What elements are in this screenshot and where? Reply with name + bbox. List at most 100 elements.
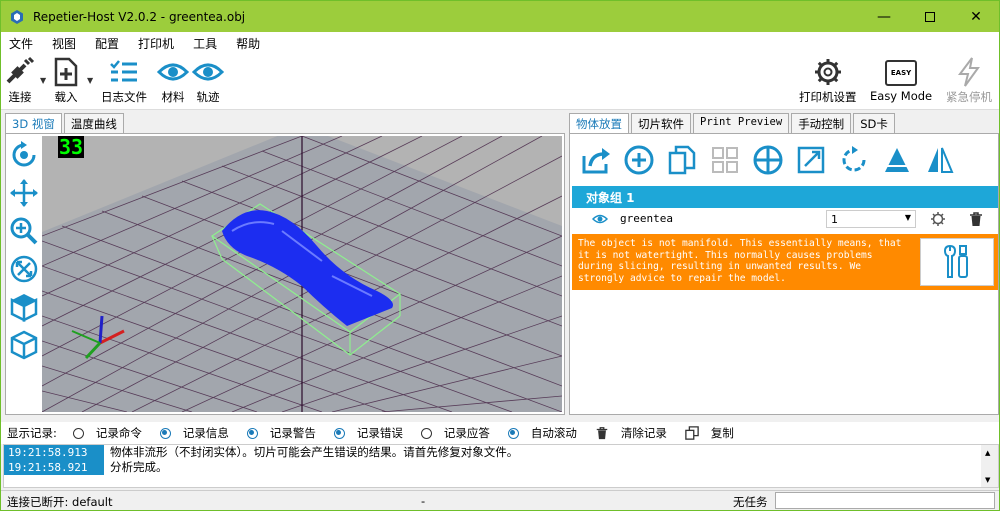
auto-scroll-radio[interactable] [507,427,519,439]
menu-printer[interactable]: 打印机 [138,35,174,52]
path-label: 轨迹 [196,90,220,104]
copy-object-button[interactable] [660,142,703,178]
mirror-icon [927,147,953,173]
zoom-view-button[interactable] [8,214,40,248]
minimize-icon: — [877,8,891,25]
object-settings-gear-icon[interactable] [930,211,946,227]
main-toolbar: 连接 ▼ 载入 ▼ 日志文件 材料 轨迹 打印机设置 EASY Easy Mod… [1,54,999,110]
mirror-object-button[interactable] [918,142,961,178]
object-group-header[interactable]: 对象组 1 [572,186,998,208]
menu-config[interactable]: 配置 [95,35,119,52]
log-responses-label: 记录应答 [443,426,490,440]
log-button[interactable]: 日志文件 [101,56,147,105]
menu-view[interactable]: 视图 [52,35,76,52]
log-errors-radio[interactable] [333,427,345,439]
material-button[interactable]: 材料 [157,56,189,105]
log-responses-option[interactable]: 记录应答 [420,425,490,441]
log-warnings-option[interactable]: 记录警告 [246,425,316,441]
load-dropdown-icon[interactable]: ▼ [87,76,93,85]
menu-help[interactable]: 帮助 [236,35,260,52]
copies-select[interactable]: 1 ▼ [826,210,916,228]
log-list: 19:21:58.913 物体非流形（不封闭实体）。切片可能会产生错误的结果。请… [3,444,999,488]
minimize-button[interactable]: — [861,1,907,32]
log-scrollbar[interactable]: ▲ ▼ [981,445,998,487]
log-warnings-label: 记录警告 [269,426,316,440]
center-object-button[interactable] [746,142,789,178]
log-entry[interactable]: 19:21:58.921 分析完成。 [4,460,982,475]
app-window: Repetier-Host V2.0.2 - greentea.obj — ✕ … [0,0,1000,511]
copy-icon [685,426,699,440]
scroll-down-icon[interactable]: ▼ [985,476,990,484]
crosshair-icon [753,145,782,175]
close-button[interactable]: ✕ [953,1,999,32]
log-options-bar: 显示记录: 记录命令 记录信息 记录警告 记录错误 记录应答 自动滚动 清除记录… [1,422,999,444]
log-warnings-radio[interactable] [246,427,258,439]
triangle-icon [884,148,909,172]
scale-object-button[interactable] [789,142,832,178]
printer-settings-button[interactable]: 打印机设置 [799,56,857,105]
view-tabs: 3D 视窗 温度曲线 [5,113,126,134]
rotate-view-button[interactable] [8,138,40,172]
maximize-button[interactable] [907,1,953,32]
autoplace-button[interactable] [703,142,746,178]
fit-view-button[interactable] [8,252,40,286]
connect-button[interactable]: 连接 [5,56,35,105]
log-commands-option[interactable]: 记录命令 [72,425,142,441]
rotate-object-button[interactable] [832,142,875,178]
tab-3d-view[interactable]: 3D 视窗 [5,113,62,134]
tab-slicer[interactable]: 切片软件 [631,113,691,133]
plus-circle-icon [624,145,653,175]
log-info-option[interactable]: 记录信息 [159,425,229,441]
move-view-button[interactable] [8,176,40,210]
cut-object-button[interactable] [875,142,918,178]
repair-button[interactable] [920,238,994,286]
path-button[interactable]: 轨迹 [192,56,224,105]
scroll-up-icon[interactable]: ▲ [985,449,990,457]
visibility-eye-icon[interactable] [592,213,608,225]
auto-scroll-label: 自动滚动 [530,426,577,440]
maximize-icon [925,11,935,22]
log-entry[interactable]: 19:21:58.913 物体非流形（不封闭实体）。切片可能会产生错误的结果。请… [4,445,982,460]
log-responses-radio[interactable] [420,427,432,439]
emergency-stop-button[interactable]: 紧急停机 [946,56,992,105]
add-object-button[interactable] [617,142,660,178]
object-row[interactable]: greentea 1 ▼ [572,208,998,230]
view-panel: 3D 视窗 温度曲线 33 [5,113,565,415]
connect-dropdown-icon[interactable]: ▼ [40,76,46,85]
zoom-icon [10,217,38,245]
wrench-screwdriver-icon [943,244,968,278]
log-errors-option[interactable]: 记录错误 [333,425,403,441]
copy-icon [668,145,695,175]
menu-bar: 文件 视图 配置 打印机 工具 帮助 [1,32,999,54]
log-info-label: 记录信息 [182,426,229,440]
log-info-radio[interactable] [159,427,171,439]
clear-log-button[interactable]: 清除记录 [595,425,667,441]
status-bar: 连接已断开: default - 无任务 [1,490,999,510]
easy-mode-button[interactable]: EASY Easy Mode [870,56,932,103]
chevron-down-icon: ▼ [904,213,911,222]
material-label: 材料 [161,90,185,104]
tab-object-placement[interactable]: 物体放置 [569,113,629,134]
auto-scroll-option[interactable]: 自动滚动 [507,425,577,441]
log-options-label: 显示记录: [7,426,57,440]
menu-tools[interactable]: 工具 [193,35,217,52]
rotate-icon [12,141,36,167]
log-commands-radio[interactable] [72,427,84,439]
log-timestamp: 19:21:58.921 [4,460,104,475]
menu-file[interactable]: 文件 [9,35,33,52]
tab-print-preview[interactable]: Print Preview [693,113,790,133]
tab-sd-card[interactable]: SD卡 [853,113,895,133]
delete-trash-icon[interactable] [968,211,984,227]
cube-icon [10,294,38,322]
eye-icon [157,63,189,81]
copy-log-button[interactable]: 复制 [685,425,734,441]
tab-temperature-curve[interactable]: 温度曲线 [63,113,124,133]
export-object-button[interactable] [574,142,617,178]
iso-view-button[interactable] [8,328,40,362]
3d-scene[interactable]: 33 [42,136,562,412]
load-button[interactable]: 载入 [51,56,81,105]
top-view-button[interactable] [8,290,40,324]
tab-manual-control[interactable]: 手动控制 [791,113,852,133]
easy-mode-icon: EASY [885,60,918,86]
object-tools [574,142,961,178]
